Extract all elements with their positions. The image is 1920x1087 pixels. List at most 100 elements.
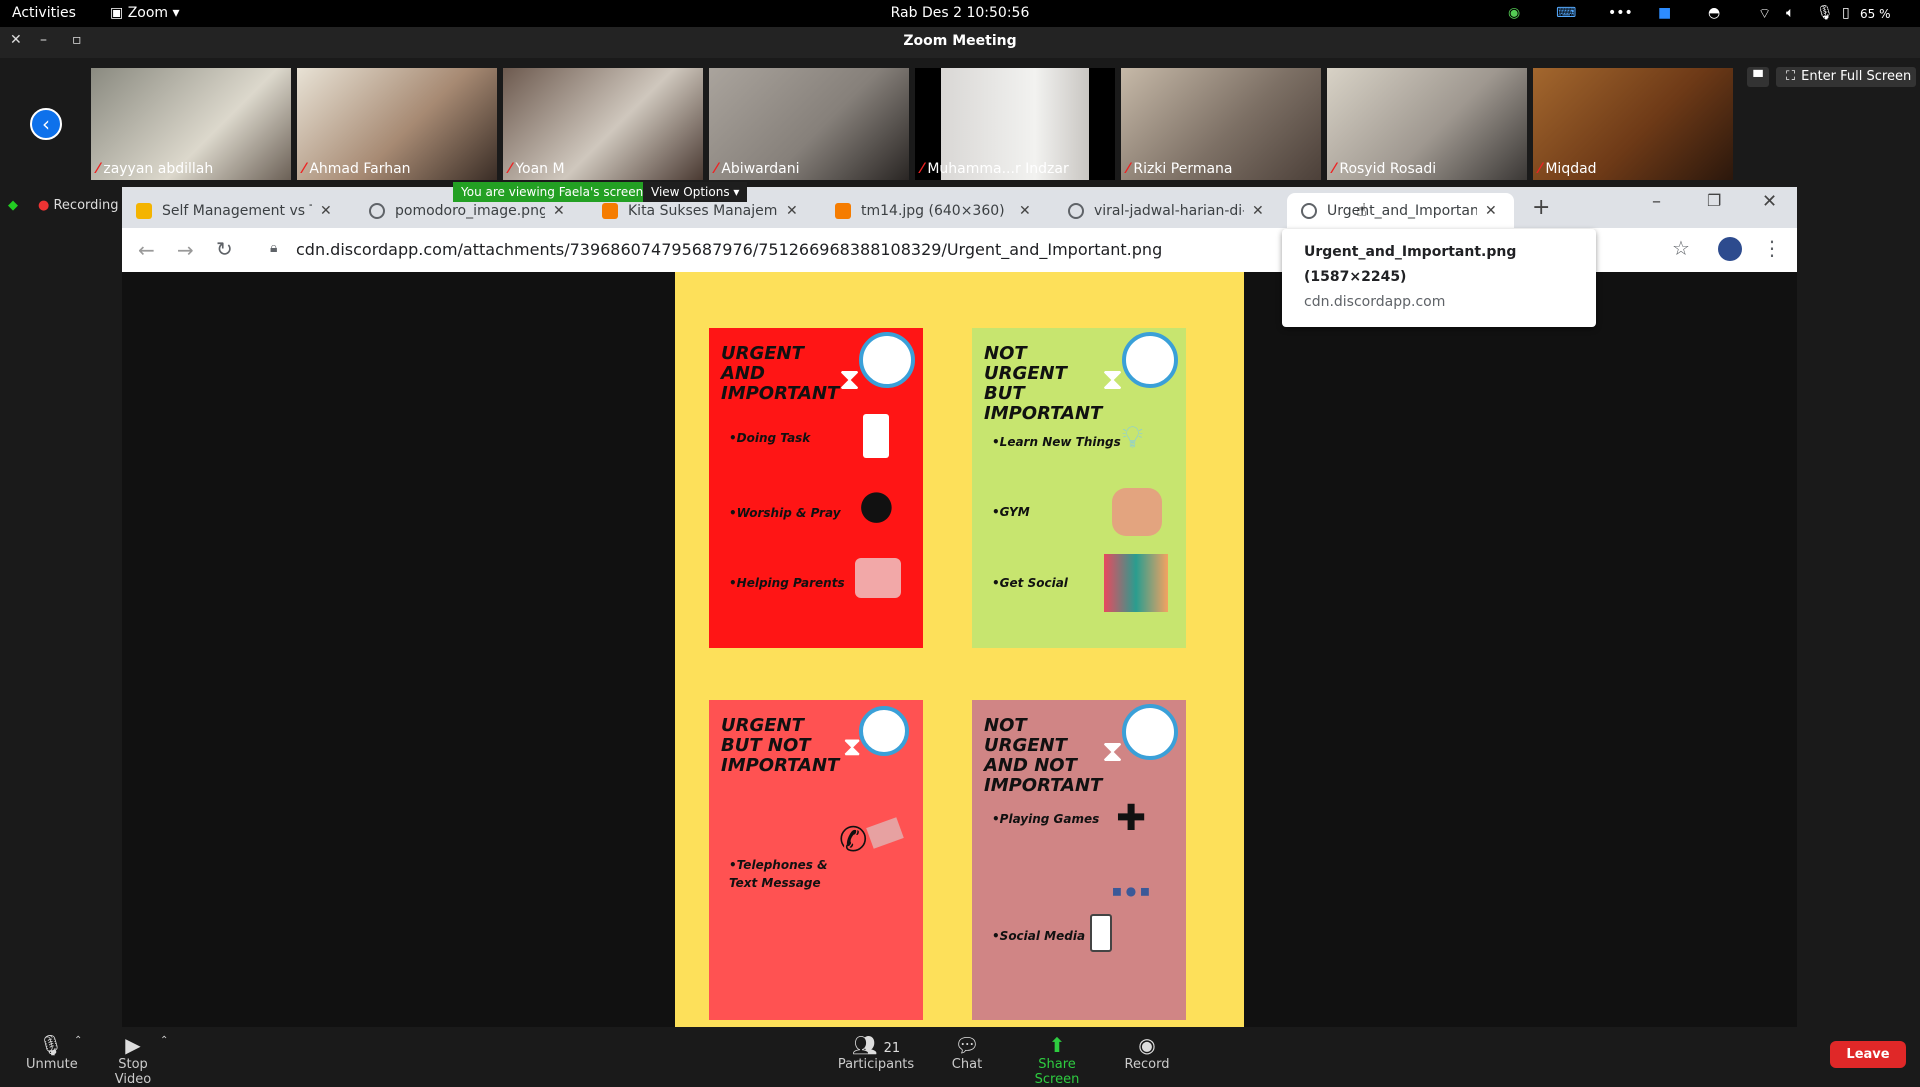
restore-icon[interactable]: ❐	[1707, 191, 1721, 210]
muted-mic-icon: ⁄	[509, 161, 512, 177]
tooltip-dimensions: (1587×2245)	[1304, 269, 1407, 285]
lock-icon[interactable]: 🔒︎	[270, 240, 277, 256]
hourglass-icon: ⧗	[843, 732, 862, 762]
view-options-button[interactable]: View Options ▾	[643, 182, 748, 202]
close-tab-icon[interactable]: ✕	[1485, 203, 1497, 219]
tray-zoom-icon[interactable]: ■	[1658, 5, 1671, 21]
battery-icon[interactable]: ▯	[1842, 5, 1850, 21]
enter-full-screen-label: Enter Full Screen	[1801, 69, 1912, 84]
participant-tile[interactable]: ⁄ Rosyid Rosadi	[1327, 68, 1527, 180]
tray-more-icon[interactable]: •••	[1608, 5, 1633, 21]
window-title: Zoom Meeting	[903, 33, 1017, 49]
participant-tile[interactable]: ⁄ Abiwardani	[709, 68, 909, 180]
share-screen-icon: ⬆	[1048, 1033, 1066, 1057]
quadrant-not-urgent-not-important: Not Urgent and not Important ⧗ Playing G…	[972, 700, 1186, 1020]
quadrant-item: Worship & Pray	[729, 506, 841, 520]
hourglass-icon: ⧗	[1102, 734, 1124, 769]
tab-hover-tooltip: Urgent_and_Important.png (1587×2245) cdn…	[1282, 229, 1596, 327]
unmute-button[interactable]: 🎙︎ Unmute	[26, 1033, 78, 1072]
participants-button[interactable]: 👥︎ 21 Participants	[836, 1033, 916, 1072]
globe-icon	[369, 202, 385, 219]
video-camera-icon: ▶︎	[125, 1033, 141, 1057]
leave-button[interactable]: Leave	[1830, 1041, 1906, 1068]
participant-name: Miqdad	[1545, 161, 1597, 177]
slides-favicon-icon	[136, 202, 152, 219]
browser-tab[interactable]: tm14.jpg (640×360) ✕	[821, 193, 1031, 228]
blogger-icon	[835, 202, 851, 219]
participant-count: 21	[883, 1041, 901, 1056]
tray-keyboard-icon[interactable]: ⌨	[1556, 5, 1576, 21]
hourglass-icon: ⧗	[839, 362, 861, 397]
quadrant-item: GYM	[992, 505, 1030, 519]
new-tab-icon[interactable]: +	[1532, 195, 1550, 220]
quadrant-item: Telephones & Text Message	[729, 856, 829, 892]
quadrant-item: Learn New Things	[992, 435, 1121, 449]
participant-tile[interactable]: ⁄ Yoan M	[503, 68, 703, 180]
chevron-down-icon: ▾	[733, 185, 740, 199]
chat-button[interactable]: 💬︎ Chat	[950, 1033, 984, 1072]
close-tab-icon[interactable]: ✕	[553, 203, 565, 219]
wifi-icon[interactable]: ⌔	[1758, 5, 1771, 23]
checklist-icon	[863, 414, 889, 458]
record-button[interactable]: ◉ Record	[1124, 1033, 1170, 1072]
back-icon[interactable]: ←	[138, 238, 155, 262]
browser-tab-active[interactable]: Urgent_and_Important. ✕	[1287, 193, 1514, 228]
record-dot-icon: ●	[38, 198, 50, 213]
profile-avatar[interactable]	[1718, 237, 1742, 261]
close-tab-icon[interactable]: ✕	[320, 203, 332, 219]
chat-bubble-icon: 💬︎	[954, 1033, 980, 1057]
meeting-controls-bar: 🎙︎ Unmute ⌃ ▶︎ Stop Video ⌃ 👥︎ 21 Participa…	[0, 1027, 1920, 1087]
zoom-title-bar: ✕ – ▫ Zoom Meeting	[0, 27, 1920, 58]
browser-tab[interactable]: Self Management vs Ti ✕	[122, 193, 332, 228]
tab-title: Urgent_and_Important.	[1327, 202, 1477, 219]
hourglass-icon: ⧗	[1102, 362, 1124, 397]
quadrant-item: Doing Task	[729, 431, 811, 445]
praying-person-icon: ●	[859, 482, 894, 528]
microphone-icon[interactable]: 🎙︎	[1816, 5, 1834, 21]
close-tab-icon[interactable]: ✕	[1252, 203, 1264, 219]
close-tab-icon[interactable]: ✕	[1019, 203, 1031, 219]
tray-discord-icon[interactable]: ◓	[1708, 5, 1720, 21]
participant-tile[interactable]: ⁄ Miqdad	[1533, 68, 1733, 180]
forward-icon[interactable]: →	[177, 238, 194, 262]
participant-name: Muhamma...r Indzar	[927, 161, 1069, 177]
recording-indicator[interactable]: ◆ ● Recording	[8, 198, 119, 213]
close-window-icon[interactable]: ✕	[1762, 191, 1777, 212]
participant-tile[interactable]: ⁄ Muhamma...r Indzar	[915, 68, 1115, 180]
browser-tab[interactable]: viral-jadwal-harian-di-m ✕	[1054, 193, 1264, 228]
tray-app-icon[interactable]: ◉	[1508, 5, 1520, 21]
back-arrow-button[interactable]: ‹	[30, 108, 62, 140]
reload-icon[interactable]: ↻	[216, 237, 233, 261]
video-options-chevron-icon[interactable]: ⌃	[160, 1035, 168, 1046]
gamepad-icon: ✚	[1116, 798, 1147, 839]
participants-icon: 👥︎	[851, 1033, 878, 1057]
stopwatch-icon	[859, 706, 909, 756]
participant-name: zayyan abdillah	[103, 161, 214, 177]
image-viewer: Urgent and Important ⧗ Doing Task Worshi…	[122, 272, 1797, 1027]
stopwatch-icon	[1122, 332, 1178, 388]
shield-icon: ◆	[8, 198, 18, 213]
participant-tile[interactable]: ⁄ zayyan abdillah	[91, 68, 291, 180]
social-people-icon	[1104, 554, 1168, 612]
audio-options-chevron-icon[interactable]: ⌃	[74, 1035, 82, 1046]
enter-full-screen-button[interactable]: ⛶ Enter Full Screen	[1776, 67, 1916, 87]
chat-label: Chat	[951, 1057, 983, 1072]
volume-icon[interactable]: 🔈︎	[1786, 5, 1794, 21]
quadrant-item: Get Social	[992, 576, 1068, 590]
quadrant-item: Social Media	[992, 929, 1085, 943]
layout-toggle-icon[interactable]: ▀	[1747, 67, 1769, 87]
muted-mic-icon: ⁄	[1127, 161, 1130, 177]
participant-name: Rizki Permana	[1133, 161, 1233, 177]
stop-video-button[interactable]: ▶︎ Stop Video	[98, 1033, 168, 1087]
participant-name: Ahmad Farhan	[309, 161, 411, 177]
participant-tile[interactable]: ⁄ Rizki Permana	[1121, 68, 1321, 180]
url-field[interactable]: cdn.discordapp.com/attachments/739686074…	[296, 236, 1396, 264]
close-tab-icon[interactable]: ✕	[786, 203, 798, 219]
bookmark-star-icon[interactable]: ☆	[1672, 236, 1690, 260]
record-icon: ◉	[1138, 1033, 1156, 1057]
menu-kebab-icon[interactable]: ⋮	[1762, 236, 1782, 260]
participant-tile[interactable]: ⁄ Ahmad Farhan	[297, 68, 497, 180]
minimize-icon[interactable]: –	[1652, 191, 1661, 212]
share-screen-label: Share Screen	[1034, 1057, 1080, 1087]
share-screen-button[interactable]: ⬆ Share Screen	[1014, 1033, 1100, 1087]
